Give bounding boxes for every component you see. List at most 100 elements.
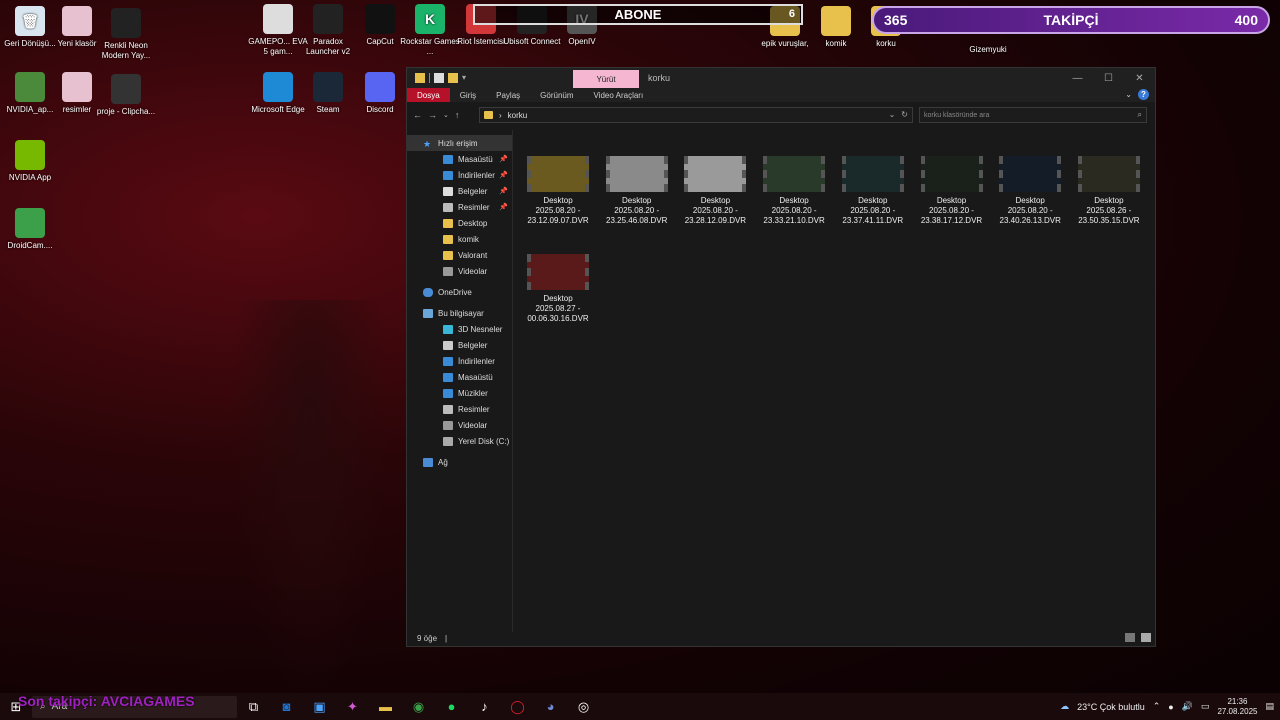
help-icon[interactable]: ? — [1138, 89, 1149, 100]
file-item[interactable]: Desktop 2025.08.27 -00.06.30.16.DVR — [520, 254, 596, 324]
sidebar-item-quick[interactable]: Valorant — [407, 247, 512, 263]
sidebar-item-network[interactable]: Ağ — [407, 454, 512, 470]
details-view-icon[interactable] — [1125, 633, 1135, 642]
title-bar[interactable]: ▾ Yürüt korku — ☐ ✕ — [407, 68, 1155, 88]
sidebar-item-pc[interactable]: Belgeler — [407, 337, 512, 353]
store-icon[interactable]: ▣ — [303, 693, 336, 720]
pin-icon[interactable]: 📌 — [499, 187, 508, 195]
recent-locations-icon[interactable]: ⌄ — [443, 111, 449, 119]
background-figure — [230, 300, 390, 700]
file-item[interactable]: Desktop 2025.08.20 -23.33.21.10.DVR — [756, 156, 832, 226]
sidebar-item-quick[interactable]: Videolar — [407, 263, 512, 279]
tab-gorunum[interactable]: Görünüm — [530, 88, 583, 102]
pin-icon[interactable]: 📌 — [499, 171, 508, 179]
tab-video-araclari[interactable]: Video Araçları — [584, 88, 654, 102]
opera-icon[interactable]: ◯ — [501, 693, 534, 720]
folder-icon — [443, 436, 453, 446]
pin-icon[interactable]: 📌 — [499, 155, 508, 163]
file-item[interactable]: Desktop 2025.08.20 -23.40.26.13.DVR — [992, 156, 1068, 226]
tab-giris[interactable]: Giriş — [450, 88, 486, 102]
tab-yurut[interactable]: Yürüt — [573, 70, 639, 88]
file-item[interactable]: Desktop 2025.08.26 -23.50.35.15.DVR — [1071, 156, 1147, 226]
clock[interactable]: 21:36 27.08.2025 — [1217, 697, 1257, 717]
sidebar-item-pc[interactable]: Videolar — [407, 417, 512, 433]
sidebar-item-quick[interactable]: Desktop — [407, 215, 512, 231]
show-hidden-icons-icon[interactable]: ⌃ — [1153, 701, 1161, 712]
file-name-line: 23.40.26.13.DVR — [999, 216, 1061, 225]
minimize-button[interactable]: — — [1062, 68, 1093, 88]
spotify-icon[interactable]: ● — [435, 693, 468, 720]
address-dropdown-icon[interactable]: ⌄ — [889, 110, 896, 119]
tab-paylas[interactable]: Paylaş — [486, 88, 530, 102]
file-item[interactable]: Desktop 2025.08.20 -23.12.09.07.DVR — [520, 156, 596, 226]
sidebar-item-this-pc[interactable]: Bu bilgisayar — [407, 305, 512, 321]
properties-icon[interactable] — [434, 73, 444, 83]
search-input[interactable]: korku klasöründe ara ⌕ — [919, 107, 1147, 123]
desktop-icon[interactable]: Paradox Launcher v2 — [298, 4, 358, 57]
app-icon: 🗑 — [15, 6, 45, 36]
takipci-goal: 400 — [1234, 12, 1258, 28]
speaker-icon[interactable]: 🔊 — [1182, 701, 1193, 712]
file-name-line: Desktop — [543, 294, 573, 303]
desktop-icon[interactable]: Steam — [298, 72, 358, 115]
new-folder-icon[interactable] — [448, 73, 458, 83]
sidebar-item-quick[interactable]: Masaüstü 📌 — [407, 151, 512, 167]
obs-icon[interactable]: ◎ — [567, 693, 600, 720]
sidebar-item-quick[interactable]: Belgeler 📌 — [407, 183, 512, 199]
chrome-icon[interactable]: ◉ — [402, 693, 435, 720]
pin-icon[interactable]: 📌 — [499, 203, 508, 211]
expand-ribbon-icon[interactable]: ⌄ — [1125, 90, 1132, 99]
weather-icon[interactable]: ☁ — [1060, 701, 1069, 712]
outlook-icon[interactable]: ◙ — [270, 693, 303, 720]
sidebar-item-pc[interactable]: Masaüstü — [407, 369, 512, 385]
file-name-line: 23.38.17.12.DVR — [920, 216, 983, 225]
video-thumbnail — [684, 156, 747, 192]
tiktok-icon[interactable]: ♪ — [468, 693, 501, 720]
sidebar-item-pc[interactable]: Müzikler — [407, 385, 512, 401]
sidebar-item-quick[interactable]: İndirilenler 📌 — [407, 167, 512, 183]
notifications-icon[interactable]: ▤ — [1265, 701, 1274, 712]
folder-icon — [443, 404, 453, 414]
copilot-icon[interactable]: ✦ — [336, 693, 369, 720]
file-item[interactable]: Desktop 2025.08.20 -23.38.17.12.DVR — [914, 156, 990, 226]
desktop-icon[interactable]: Renkli Neon Modern Yay... — [96, 8, 156, 61]
desktop-icon[interactable]: Discord — [350, 72, 410, 115]
close-button[interactable]: ✕ — [1124, 68, 1155, 88]
sidebar-item-pc[interactable]: 3D Nesneler — [407, 321, 512, 337]
desktop-icon[interactable]: DroidCam.... — [0, 208, 60, 251]
maximize-button[interactable]: ☐ — [1093, 68, 1124, 88]
sidebar-item-quick-access[interactable]: ★ Hızlı erişim — [407, 135, 512, 151]
sidebar-item-pc[interactable]: Resimler — [407, 401, 512, 417]
tab-dosya[interactable]: Dosya — [407, 88, 450, 102]
network-icon[interactable]: ▭ — [1201, 701, 1210, 712]
address-path: korku — [507, 110, 528, 120]
abone-overlay: ABONE 6 — [473, 4, 803, 25]
microphone-icon[interactable]: ● — [1168, 702, 1173, 712]
sidebar-item-pc[interactable]: İndirilenler — [407, 353, 512, 369]
discord-icon[interactable]: ◕ — [534, 693, 567, 720]
file-item[interactable]: Desktop 2025.08.20 -23.37.41.11.DVR — [835, 156, 911, 226]
desktop-icon[interactable]: proje - Clipcha... — [96, 74, 156, 117]
forward-arrow-icon[interactable]: → — [428, 110, 437, 120]
customize-toolbar-icon[interactable]: ▾ — [462, 73, 470, 83]
up-arrow-icon[interactable]: ↑ — [455, 110, 460, 120]
file-name-line: 2025.08.20 - — [1007, 206, 1053, 215]
desktop-icon[interactable]: NVIDIA App — [0, 140, 60, 183]
task-view-icon[interactable]: ⧉ — [237, 693, 270, 720]
file-item[interactable]: Desktop 2025.08.20 -23.28.12.09.DVR — [677, 156, 753, 226]
large-icons-view-icon[interactable] — [1141, 633, 1151, 642]
sidebar-item-pc[interactable]: Yerel Disk (C:) — [407, 433, 512, 449]
sidebar-item-quick[interactable]: Resimler 📌 — [407, 199, 512, 215]
sidebar-item-onedrive[interactable]: OneDrive — [407, 284, 512, 300]
file-item[interactable]: Desktop 2025.08.20 -23.25.46.08.DVR — [599, 156, 675, 226]
refresh-icon[interactable]: ↻ — [901, 110, 908, 119]
app-icon — [263, 72, 293, 102]
weather-text[interactable]: 23°C Çok bulutlu — [1077, 702, 1145, 712]
address-bar[interactable]: › korku ⌄ ↻ — [479, 107, 913, 123]
sidebar-item-quick[interactable]: komik — [407, 231, 512, 247]
file-explorer-icon[interactable]: ▬ — [369, 693, 402, 720]
app-icon — [111, 8, 141, 38]
back-arrow-icon[interactable]: ← — [413, 110, 422, 120]
navigation-bar: ← → ⌄ ↑ › korku ⌄ ↻ korku klasöründe ara… — [407, 102, 1155, 128]
folder-icon — [443, 420, 453, 430]
